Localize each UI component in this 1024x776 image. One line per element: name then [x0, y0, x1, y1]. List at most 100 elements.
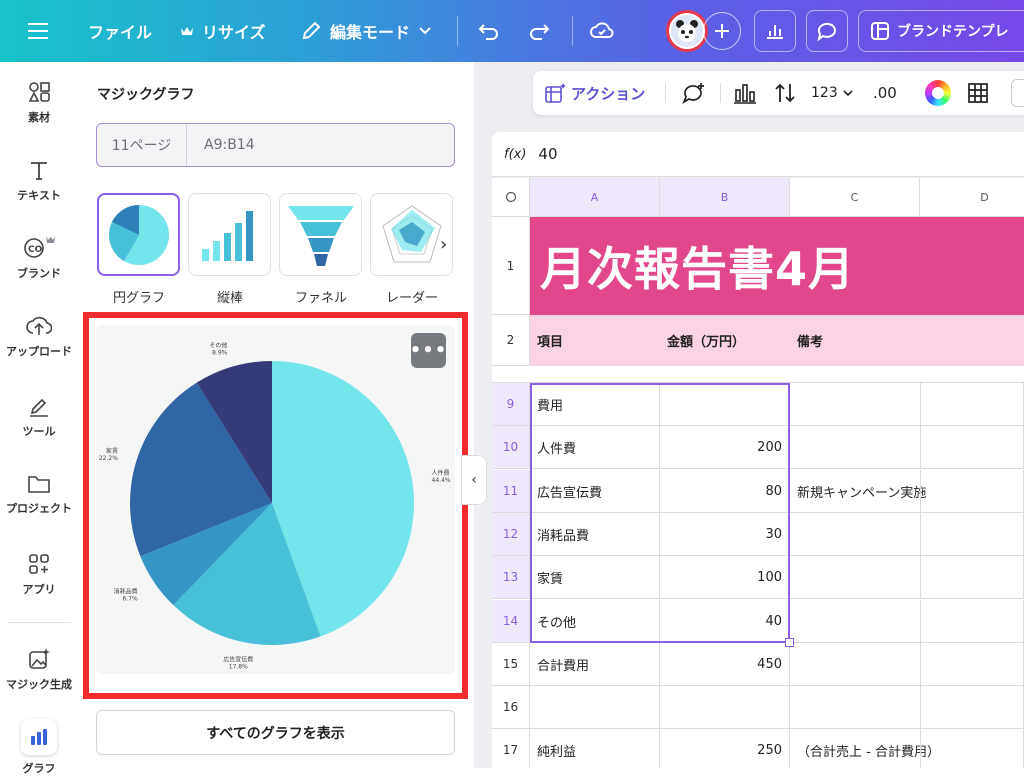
- row-header[interactable]: 17: [492, 729, 530, 768]
- cell[interactable]: [660, 383, 790, 426]
- column-header[interactable]: C: [790, 178, 920, 217]
- show-all-charts-button[interactable]: すべてのグラフを表示: [96, 710, 455, 755]
- row-header[interactable]: 15: [492, 643, 530, 686]
- cell[interactable]: その他: [530, 600, 660, 643]
- formula-bar[interactable]: f(x) 40: [492, 132, 1024, 177]
- cell[interactable]: [920, 729, 1024, 768]
- column-header[interactable]: A: [530, 178, 660, 217]
- top-bar: ファイル リサイズ 編集モード ブランドテンプレ: [0, 0, 1024, 62]
- cell[interactable]: [920, 513, 1024, 556]
- insert-chart-button[interactable]: [733, 71, 757, 115]
- chart-type-label: 円グラフ: [112, 291, 165, 306]
- rail-item-text[interactable]: テキスト: [0, 158, 78, 203]
- title-cell[interactable]: 月次報告書4月: [530, 217, 1024, 315]
- rail-item-elements[interactable]: 素材: [0, 80, 78, 125]
- report-title: 月次報告書4月: [540, 242, 856, 296]
- cell[interactable]: 100: [660, 556, 790, 599]
- undo-button[interactable]: [478, 0, 500, 62]
- chart-type-pie[interactable]: [97, 193, 180, 276]
- table-borders-button[interactable]: [967, 71, 989, 115]
- cell[interactable]: 30: [660, 513, 790, 556]
- rail-item-tools[interactable]: ツール: [0, 394, 78, 439]
- select-all-corner[interactable]: [492, 178, 530, 217]
- menu-button[interactable]: [28, 0, 50, 62]
- rail-item-apps[interactable]: アプリ: [0, 552, 78, 597]
- row-header[interactable]: 14: [492, 600, 530, 643]
- cell[interactable]: [660, 686, 790, 729]
- redo-button[interactable]: [528, 0, 550, 62]
- cell[interactable]: 消耗品費: [530, 513, 660, 556]
- rail-item-brand[interactable]: CO ブランド: [0, 234, 78, 281]
- formula-value: 40: [538, 145, 558, 163]
- row-header[interactable]: 13: [492, 556, 530, 599]
- column-header[interactable]: B: [660, 178, 790, 217]
- cell[interactable]: [920, 600, 1024, 643]
- more-options-button[interactable]: •••: [410, 333, 446, 368]
- data-range-field[interactable]: 11ページ A9:B14: [96, 123, 455, 167]
- cloud-check-icon: [590, 22, 614, 38]
- add-collaborator-button[interactable]: [703, 12, 741, 50]
- header-cell[interactable]: 金額（万円）: [660, 315, 790, 366]
- row-header[interactable]: 10: [492, 426, 530, 469]
- cell[interactable]: 家賃: [530, 556, 660, 599]
- sort-button[interactable]: [773, 71, 797, 115]
- cloud-save-button[interactable]: [590, 0, 614, 62]
- action-button[interactable]: アクション: [545, 71, 645, 115]
- cell[interactable]: 費用: [530, 383, 660, 426]
- cell[interactable]: [920, 383, 1024, 426]
- edit-mode-dropdown[interactable]: 編集モード: [300, 0, 432, 62]
- avatar[interactable]: [666, 10, 708, 52]
- rail-item-magic-media[interactable]: マジック生成: [0, 647, 78, 692]
- brand-template-button[interactable]: ブランドテンプレ: [858, 10, 1024, 52]
- cell[interactable]: 純利益: [530, 729, 660, 768]
- chart-type-funnel[interactable]: [279, 193, 362, 276]
- slice-label: 家賃: [106, 447, 118, 455]
- resize-button[interactable]: リサイズ: [180, 0, 266, 62]
- cell[interactable]: 80: [660, 470, 790, 513]
- chart-type-column[interactable]: [188, 193, 271, 276]
- cell[interactable]: [530, 686, 660, 729]
- cell[interactable]: [920, 643, 1024, 686]
- chart-preview[interactable]: 人件費 44.4% 広告宣伝費 17.8% 消耗品費 6.7% 家賃 22.2% その他 8.9%: [96, 325, 455, 674]
- upload-icon: [26, 316, 52, 335]
- selection-handle[interactable]: [785, 638, 794, 647]
- cell[interactable]: [920, 470, 1024, 513]
- insights-button[interactable]: [754, 10, 796, 52]
- cell[interactable]: [920, 426, 1024, 469]
- redo-icon: [530, 24, 550, 40]
- column-header[interactable]: D: [920, 178, 1024, 217]
- cell[interactable]: 合計費用: [530, 643, 660, 686]
- cell[interactable]: 40: [660, 600, 790, 643]
- rail-item-projects[interactable]: プロジェクト: [0, 473, 78, 516]
- cell[interactable]: 250: [660, 729, 790, 768]
- rail-item-upload[interactable]: アップロード: [0, 314, 78, 359]
- file-menu[interactable]: ファイル: [88, 0, 152, 62]
- rail-item-charts[interactable]: グラフ: [0, 719, 78, 776]
- row-header[interactable]: 1: [492, 217, 530, 315]
- cell[interactable]: 人件費: [530, 426, 660, 469]
- chevron-right-icon[interactable]: ›: [440, 234, 447, 255]
- row-header[interactable]: 16: [492, 686, 530, 729]
- color-picker-button[interactable]: [925, 71, 951, 115]
- chart-type-label: ファネル: [294, 291, 347, 306]
- header-cell[interactable]: 項目: [530, 315, 660, 366]
- decimal-button[interactable]: .00: [873, 71, 897, 115]
- cell[interactable]: 200: [660, 426, 790, 469]
- row-header[interactable]: 2: [492, 315, 530, 366]
- divider: [572, 16, 573, 46]
- comment-button[interactable]: [806, 10, 848, 52]
- number-format-dropdown[interactable]: 123: [811, 71, 854, 115]
- row-header[interactable]: 12: [492, 513, 530, 556]
- cell[interactable]: [920, 556, 1024, 599]
- color-wheel-icon: [925, 80, 951, 106]
- row-header[interactable]: 9: [492, 383, 530, 426]
- cell[interactable]: 広告宣伝費: [530, 470, 660, 513]
- cell[interactable]: 450: [660, 643, 790, 686]
- comment-add-button[interactable]: [681, 71, 705, 115]
- cell[interactable]: [920, 686, 1024, 729]
- row-header[interactable]: 11: [492, 470, 530, 513]
- bar-chart-icon: [767, 25, 783, 39]
- collapse-panel-button[interactable]: ‹: [461, 455, 487, 505]
- header-cell[interactable]: 備考: [790, 315, 920, 366]
- slice-percent: 8.9%: [212, 349, 228, 356]
